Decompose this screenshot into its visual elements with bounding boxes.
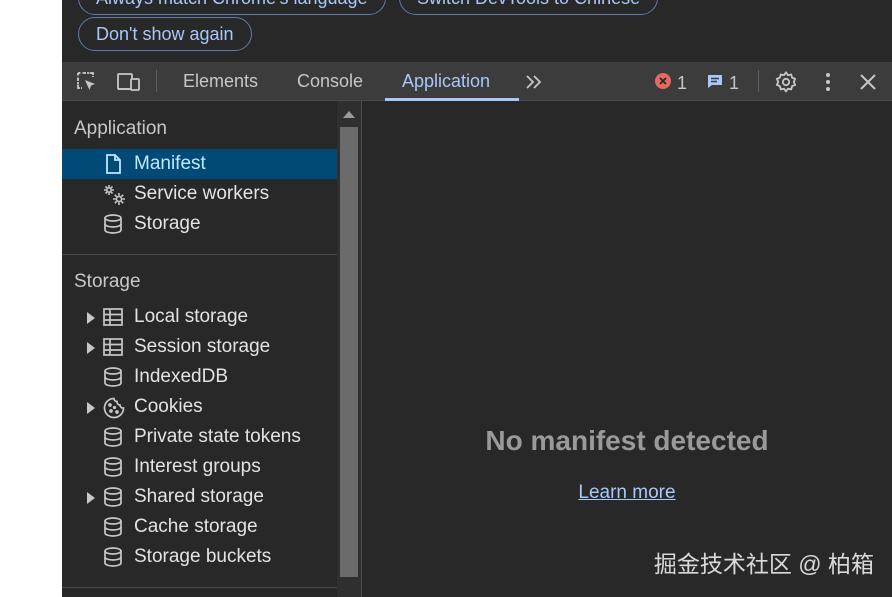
tab-application[interactable]: Application bbox=[402, 62, 490, 100]
sidebar-item-label: Local storage bbox=[134, 306, 249, 327]
sidebar-item-manifest[interactable]: Manifest bbox=[62, 149, 337, 179]
sidebar-divider bbox=[62, 587, 337, 588]
table-icon bbox=[102, 336, 124, 358]
dont-show-again-button[interactable]: Don't show again bbox=[78, 17, 252, 51]
document-icon bbox=[102, 153, 124, 175]
sidebar-item-label: Cache storage bbox=[134, 516, 258, 537]
gears-icon bbox=[102, 183, 125, 205]
message-count-badge[interactable]: 1 bbox=[706, 71, 739, 93]
message-icon bbox=[706, 72, 724, 95]
scroll-up-arrow-icon[interactable] bbox=[343, 111, 355, 118]
sidebar-item-interest-groups[interactable]: Interest groups bbox=[62, 452, 337, 482]
sidebar-item-label: Shared storage bbox=[134, 486, 264, 507]
sidebar-scrollbar[interactable] bbox=[337, 101, 361, 597]
sidebar-item-private-state-tokens[interactable]: Private state tokens bbox=[62, 422, 337, 452]
sidebar-item-cache-storage[interactable]: Cache storage bbox=[62, 512, 337, 542]
expand-arrow-icon[interactable] bbox=[87, 342, 95, 354]
error-icon bbox=[654, 72, 672, 95]
sidebar-item-shared-storage[interactable]: Shared storage bbox=[62, 482, 337, 512]
gear-icon[interactable] bbox=[774, 70, 798, 94]
table-icon bbox=[102, 306, 124, 328]
toolbar-separator bbox=[156, 70, 157, 92]
toolbar-separator bbox=[758, 70, 759, 92]
database-icon bbox=[102, 213, 124, 235]
inspect-element-icon[interactable] bbox=[75, 70, 99, 94]
sidebar-item-storage-buckets[interactable]: Storage buckets bbox=[62, 542, 337, 572]
sidebar-item-label: IndexedDB bbox=[134, 366, 229, 387]
sidebar-item-label: Service workers bbox=[134, 183, 270, 204]
sidebar-item-storage[interactable]: Storage bbox=[62, 209, 337, 239]
message-count: 1 bbox=[729, 73, 740, 94]
kebab-menu-icon[interactable] bbox=[816, 70, 840, 94]
application-sidebar: Application Manifest Service workers Sto… bbox=[62, 101, 337, 597]
cookie-icon bbox=[102, 396, 125, 419]
sidebar-item-label: Private state tokens bbox=[134, 426, 301, 447]
sidebar-item-label: Session storage bbox=[134, 336, 271, 357]
expand-arrow-icon[interactable] bbox=[87, 312, 95, 324]
scrollbar-thumb[interactable] bbox=[340, 127, 358, 577]
database-icon bbox=[102, 486, 124, 508]
tab-elements[interactable]: Elements bbox=[183, 62, 258, 100]
devtools-window: Always match Chrome's language Switch De… bbox=[62, 0, 892, 597]
sidebar-item-label: Cookies bbox=[134, 396, 203, 417]
sidebar-item-service-workers[interactable]: Service workers bbox=[62, 179, 337, 209]
language-notification-bar: Always match Chrome's language Switch De… bbox=[62, 0, 892, 62]
error-count-badge[interactable]: 1 bbox=[654, 71, 687, 93]
sidebar-item-session-storage[interactable]: Session storage bbox=[62, 332, 337, 362]
close-icon[interactable] bbox=[856, 70, 880, 94]
database-icon bbox=[102, 426, 124, 448]
storage-section-title: Storage bbox=[74, 271, 141, 292]
devtools-tab-bar: Elements Console Application 1 1 bbox=[62, 62, 892, 101]
always-match-language-button[interactable]: Always match Chrome's language bbox=[78, 0, 386, 15]
sidebar-divider bbox=[62, 254, 337, 255]
expand-arrow-icon[interactable] bbox=[87, 402, 95, 414]
device-toolbar-icon[interactable] bbox=[116, 70, 140, 94]
switch-language-button[interactable]: Switch DevTools to Chinese bbox=[399, 0, 659, 15]
expand-arrow-icon[interactable] bbox=[87, 492, 95, 504]
learn-more-link[interactable]: Learn more bbox=[362, 482, 892, 504]
watermark: 掘金技术社区 @ 柏箱 bbox=[653, 551, 874, 577]
database-icon bbox=[102, 366, 124, 388]
database-icon bbox=[102, 456, 124, 478]
tab-console[interactable]: Console bbox=[297, 62, 363, 100]
sidebar-item-label: Manifest bbox=[134, 153, 206, 174]
sidebar-item-indexeddb[interactable]: IndexedDB bbox=[62, 362, 337, 392]
error-count: 1 bbox=[677, 73, 688, 94]
sidebar-item-label: Storage bbox=[134, 213, 201, 234]
more-tabs-icon[interactable] bbox=[522, 70, 546, 94]
sidebar-item-label: Interest groups bbox=[134, 456, 261, 477]
application-section-title: Application bbox=[74, 118, 167, 139]
empty-state-title: No manifest detected bbox=[485, 425, 769, 456]
sidebar-item-local-storage[interactable]: Local storage bbox=[62, 302, 337, 332]
database-icon bbox=[102, 516, 124, 538]
database-icon bbox=[102, 546, 124, 568]
sidebar-item-label: Storage buckets bbox=[134, 546, 272, 567]
sidebar-item-cookies[interactable]: Cookies bbox=[62, 392, 337, 422]
manifest-pane: No manifest detected Learn more bbox=[362, 101, 892, 597]
